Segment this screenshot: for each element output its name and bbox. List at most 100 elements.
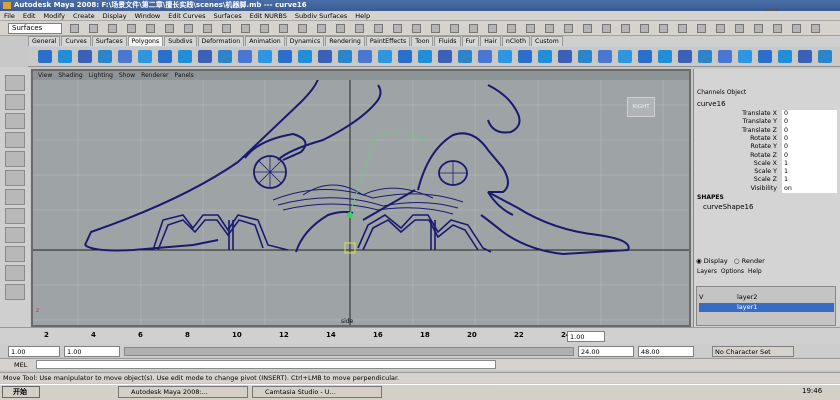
shelf-tool-icon[interactable] [618,50,632,63]
viewport-menu-renderer[interactable]: Renderer [141,72,168,79]
menu-display[interactable]: Display [99,11,131,21]
playback-start-field[interactable]: 1.00 [64,346,120,357]
shelf-tool-icon[interactable] [478,50,492,63]
status-icon[interactable] [241,24,250,33]
object-name[interactable]: curve16 [697,100,726,108]
status-icon[interactable] [127,24,136,33]
status-icon[interactable] [469,24,478,33]
shelf-tool-icon[interactable] [738,50,752,63]
channel-row[interactable]: Translate Y0 [697,118,837,128]
shelf-tab-dynamics[interactable]: Dynamics [285,36,325,46]
shelf-tool-icon[interactable] [638,50,652,63]
shelf-tool-icon[interactable] [778,50,792,63]
shelf-tool-icon[interactable] [338,50,352,63]
display-radio[interactable]: ◉ [696,257,704,265]
shelf-tool-icon[interactable] [278,50,292,63]
status-icon[interactable] [393,24,402,33]
tool-icon[interactable] [5,246,25,262]
tool-icon[interactable] [5,170,25,186]
tool-icon[interactable] [5,75,25,91]
range-end-field[interactable]: 48.00 [638,346,694,357]
status-icon[interactable] [184,24,193,33]
status-icon[interactable] [412,24,421,33]
status-icon[interactable] [260,24,269,33]
channel-row[interactable]: Rotate Y0 [697,143,837,153]
status-icon[interactable] [146,24,155,33]
shelf-tab-fur[interactable]: Fur [461,36,480,46]
status-icon[interactable] [355,24,364,33]
tool-icon[interactable] [5,284,25,300]
status-icon[interactable] [621,24,630,33]
menu-file[interactable]: File [0,11,19,21]
menu-help[interactable]: Help [351,11,374,21]
shelf-tab-curves[interactable]: Curves [61,36,91,46]
shelf-tab-general[interactable]: General [28,36,61,46]
taskbar-item-maya[interactable]: Autodesk Maya 2008:... [118,386,248,398]
pivot-handle[interactable] [347,212,353,218]
shelf-tool-icon[interactable] [578,50,592,63]
tool-icon[interactable] [5,113,25,129]
tool-icon[interactable] [5,94,25,110]
render-radio[interactable]: ○ [734,257,742,265]
status-icon[interactable] [659,24,668,33]
shelf-tool-icon[interactable] [138,50,152,63]
status-icon[interactable] [697,24,706,33]
shelf-tool-icon[interactable] [78,50,92,63]
shelf-tool-icon[interactable] [718,50,732,63]
status-icon[interactable] [89,24,98,33]
shelf-tab-fluids[interactable]: Fluids [434,36,461,46]
channel-row[interactable]: Scale Z1 [697,176,837,186]
menu-edit-nurbs[interactable]: Edit NURBS [246,11,291,21]
status-icon[interactable] [754,24,763,33]
channel-value[interactable]: on [782,184,837,195]
tool-icon[interactable] [5,132,25,148]
shelf-tab-hair[interactable]: Hair [480,36,501,46]
shelf-tab-surfaces[interactable]: Surfaces [91,36,127,46]
status-icon[interactable] [792,24,801,33]
shelf-tab-painteffects[interactable]: PaintEffects [365,36,411,46]
viewport-menu-shading[interactable]: Shading [58,72,82,79]
status-icon[interactable] [583,24,592,33]
shelf-tool-icon[interactable] [438,50,452,63]
shelf-tool-icon[interactable] [558,50,572,63]
menu-surfaces[interactable]: Surfaces [209,11,245,21]
status-icon[interactable] [317,24,326,33]
taskbar-item-camtasia[interactable]: Camtasia Studio - U... [252,386,382,398]
status-icon[interactable] [336,24,345,33]
status-icon[interactable] [773,24,782,33]
tool-icon[interactable] [5,189,25,205]
status-icon[interactable] [279,24,288,33]
playback-end-field[interactable]: 24.00 [578,346,634,357]
current-time-field[interactable]: 1.00 [567,331,605,342]
viewport-menu-panels[interactable]: Panels [174,72,193,79]
shelf-tool-icon[interactable] [198,50,212,63]
status-icon[interactable] [507,24,516,33]
menu-create[interactable]: Create [69,11,99,21]
tool-icon[interactable] [5,151,25,167]
range-start-field[interactable]: 1.00 [8,346,60,357]
channel-row[interactable]: Rotate Z0 [697,151,837,161]
layer-menu-options[interactable]: Options [721,268,744,275]
shelf-tool-icon[interactable] [218,50,232,63]
shelf-tool-icon[interactable] [358,50,372,63]
layer-row[interactable]: Vlayer2 [699,293,834,302]
status-icon[interactable] [488,24,497,33]
viewport-menu-lighting[interactable]: Lighting [89,72,113,79]
menu-subdiv-surfaces[interactable]: Subdiv Surfaces [291,11,351,21]
viewport[interactable]: side z [33,80,689,325]
shelf-tab-polygons[interactable]: Polygons [127,36,164,46]
menu-window[interactable]: Window [131,11,165,21]
start-button[interactable]: 开始 [2,386,40,398]
status-icon[interactable] [165,24,174,33]
tool-icon[interactable] [5,227,25,243]
shelf-tab-animation[interactable]: Animation [245,36,285,46]
viewport-menu-show[interactable]: Show [119,72,135,79]
channel-row[interactable]: Visibility on [697,184,837,195]
status-icon[interactable] [678,24,687,33]
shelf-tool-icon[interactable] [98,50,112,63]
view-cube-label[interactable]: RIGHT [627,97,655,117]
menu-edit[interactable]: Edit [19,11,40,21]
status-icon[interactable] [735,24,744,33]
shelf-tool-icon[interactable] [418,50,432,63]
shelf-tool-icon[interactable] [158,50,172,63]
